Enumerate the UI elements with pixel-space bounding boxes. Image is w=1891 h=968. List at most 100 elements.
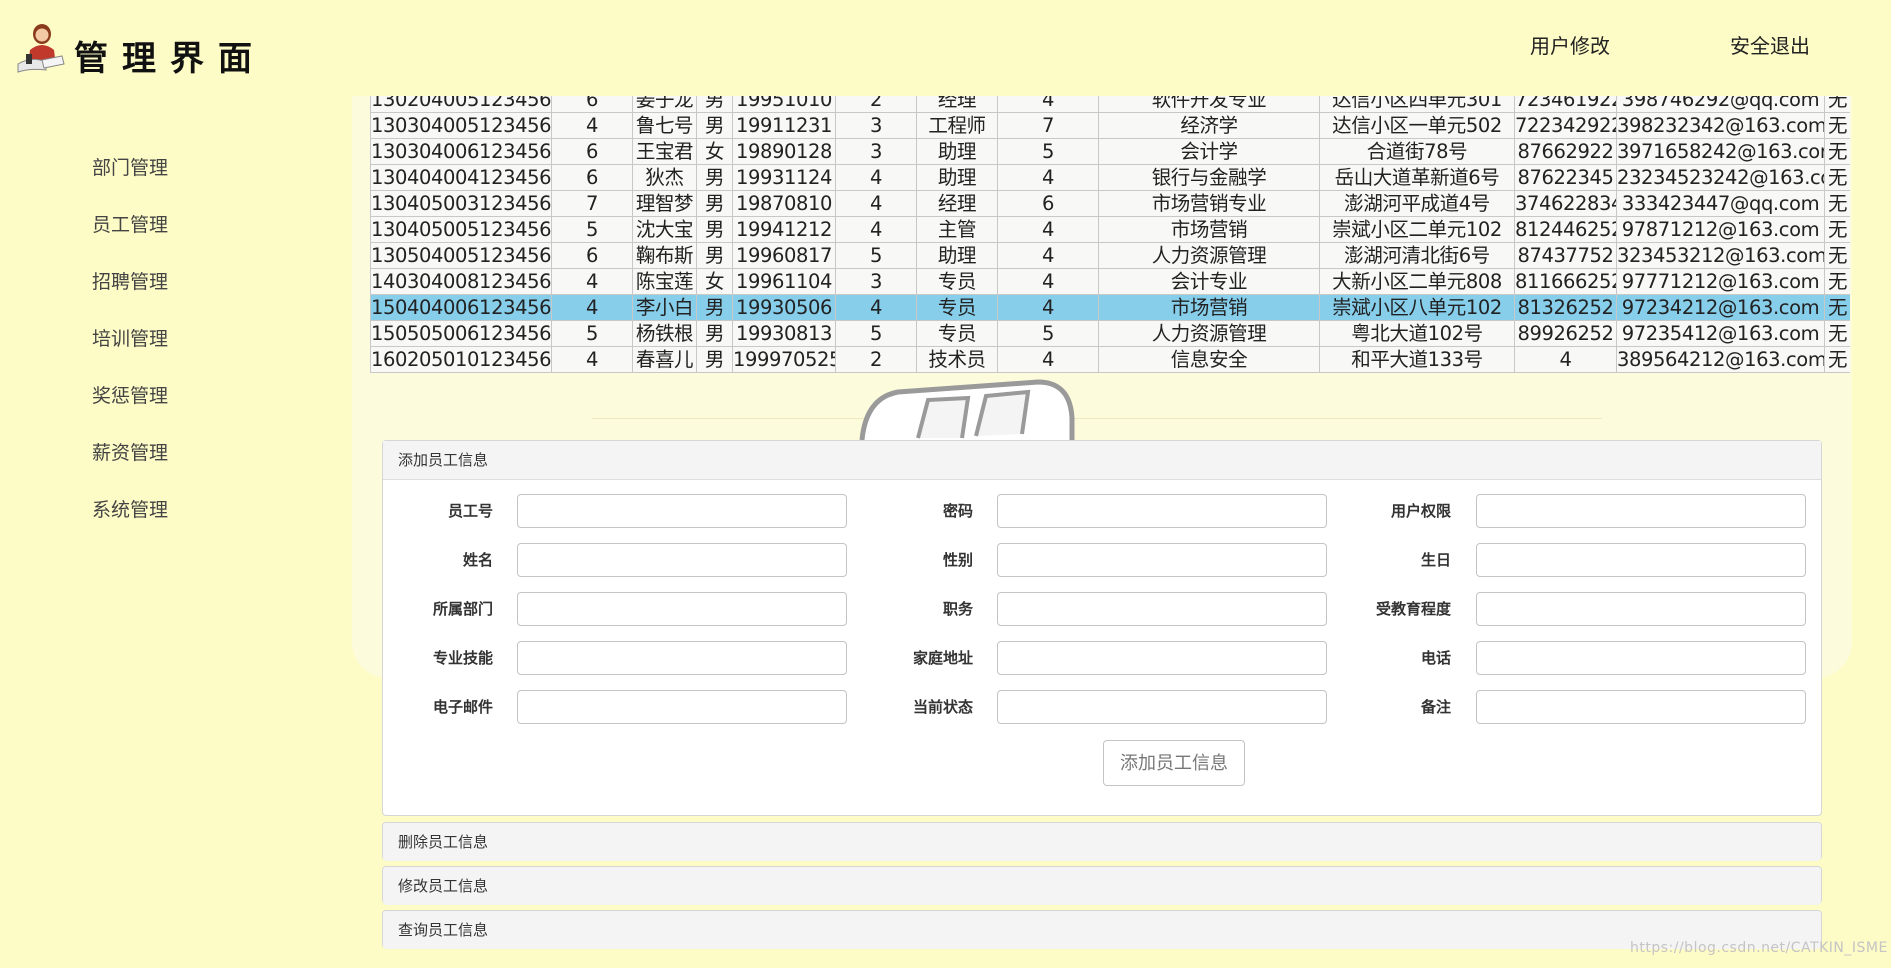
table-cell: 崇斌小区二单元102 [1319, 216, 1515, 243]
user-modify-link[interactable]: 用户修改 [1530, 30, 1610, 59]
table-row[interactable]: 1303040061234567 6 王宝君女 19890128 3 助理 5 会计学 合道街7… [370, 138, 1850, 165]
table-cell: 87437752 [1514, 242, 1617, 269]
table-cell: 市场营销专业 [1098, 190, 1320, 217]
table-cell: 2 [835, 96, 917, 113]
table-row[interactable]: 1403040081234567 4 陈宝莲女 19961104 3 专员 4 会计专业 大新小… [370, 268, 1850, 295]
birthday-label: 生日 [1420, 551, 1451, 569]
table-cell: 男 [696, 96, 733, 113]
table-cell: 男 [696, 190, 733, 217]
background-decoration-icon [858, 378, 1076, 440]
table-cell: 97235412@163.com [1616, 320, 1825, 347]
user-permission-input[interactable] [1476, 494, 1806, 528]
table-cell: 3 [835, 268, 917, 295]
table-cell: 811666252 [1514, 268, 1617, 295]
email-input[interactable] [517, 690, 847, 724]
gender-input[interactable] [997, 543, 1327, 577]
table-cell: 理智梦 [632, 190, 697, 217]
department-label: 所属部门 [432, 600, 493, 618]
table-cell: 19941212 [732, 216, 836, 243]
employee-id-input[interactable] [517, 494, 847, 528]
table-cell: 1303040051234567 [370, 112, 552, 139]
add-employee-button[interactable]: 添加员工信息 [1103, 740, 1245, 786]
table-cell: 工程师 [916, 112, 998, 139]
table-cell: 人力资源管理 [1098, 242, 1320, 269]
table-cell: 合道街78号 [1319, 138, 1515, 165]
password-label: 密码 [942, 502, 973, 520]
table-cell: 1303040061234567 [370, 138, 552, 165]
name-input[interactable] [517, 543, 847, 577]
sidebar-item-system[interactable]: 系统管理 [92, 492, 292, 549]
sidebar-item-training[interactable]: 培训管理 [92, 321, 292, 378]
table-row[interactable]: 1505050061234567 5 杨铁根男 19930813 5 专员 5 人力资源管理粤… [370, 320, 1850, 347]
department-input[interactable] [517, 592, 847, 626]
birthday-input[interactable] [1476, 543, 1806, 577]
table-row[interactable]: 1304040041234567 6 狄杰男 19931124 4 助理 4 银行与金融学 岳山… [370, 164, 1850, 191]
table-cell: 软件开发专业 [1098, 96, 1320, 113]
table-cell: 1304050031234567 [370, 190, 552, 217]
table-cell: 19930506 [732, 294, 836, 321]
table-cell: 4 [997, 294, 1099, 321]
table-cell: 助理 [916, 242, 998, 269]
table-cell: 4 [551, 346, 633, 373]
table-cell: 男 [696, 164, 733, 191]
table-cell: 4 [835, 216, 917, 243]
table-cell: 无 [1824, 294, 1850, 321]
table-cell: 姜子龙 [632, 96, 697, 113]
table-cell: 专员 [916, 320, 998, 347]
table-cell: 技术员 [916, 346, 998, 373]
current-status-label: 当前状态 [912, 698, 973, 716]
watermark-text: https://blog.csdn.net/CATKIN_ISME [1630, 940, 1888, 956]
table-cell: 6 [551, 164, 633, 191]
table-cell: 7 [551, 190, 633, 217]
table-cell: 23234523242@163.com [1616, 164, 1825, 191]
home-address-input[interactable] [997, 641, 1327, 675]
table-row[interactable]: 1304050031234567 7 理智梦男 19870810 4 经理 6 市场营销专业澎… [370, 190, 1850, 217]
table-row[interactable]: 1504040061234567 4 李小白男 19930506 4 专员 4 市场营销 崇斌小… [370, 294, 1850, 321]
employee-id-label: 员工号 [447, 502, 493, 520]
table-cell: 5 [551, 216, 633, 243]
modify-employee-panel-header[interactable]: 修改员工信息 [383, 867, 1821, 905]
sidebar-item-recruitment[interactable]: 招聘管理 [92, 264, 292, 321]
table-cell: 6 [551, 242, 633, 269]
table-row[interactable]: 1303040051234567 4 鲁七号男 19911231 3 工程师 7 经济学 达信小… [370, 112, 1850, 139]
app-logo: 管理界面 [12, 18, 266, 79]
add-employee-panel-header[interactable]: 添加员工信息 [383, 441, 1821, 480]
table-cell: 4 [551, 112, 633, 139]
skills-input[interactable] [517, 641, 847, 675]
table-cell: 专员 [916, 268, 998, 295]
sidebar-item-employee[interactable]: 员工管理 [92, 207, 292, 264]
table-cell: 6 [551, 96, 633, 113]
education-input[interactable] [1476, 592, 1806, 626]
table-cell: 人力资源管理 [1098, 320, 1320, 347]
table-cell: 男 [696, 242, 733, 269]
logo-figure-icon [12, 20, 70, 76]
query-employee-panel: 查询员工信息 [382, 910, 1822, 949]
employee-table-viewport[interactable]: 1302040051234567 6 姜子龙男 19951010 2 经理 4 软件开发专业达… [370, 96, 1850, 380]
sidebar-item-salary[interactable]: 薪资管理 [92, 435, 292, 492]
delete-employee-panel-header[interactable]: 删除员工信息 [383, 823, 1821, 861]
modify-employee-panel: 修改员工信息 [382, 866, 1822, 905]
table-cell: 5 [835, 320, 917, 347]
query-employee-panel-header[interactable]: 查询员工信息 [383, 911, 1821, 949]
education-label: 受教育程度 [1375, 600, 1451, 618]
logout-link[interactable]: 安全退出 [1730, 30, 1810, 59]
current-status-input[interactable] [997, 690, 1327, 724]
table-cell: 澎湖河平成道4号 [1319, 190, 1515, 217]
sidebar-item-rewards[interactable]: 奖惩管理 [92, 378, 292, 435]
password-input[interactable] [997, 494, 1327, 528]
remarks-input[interactable] [1476, 690, 1806, 724]
table-cell: 市场营销 [1098, 216, 1320, 243]
table-cell: 5 [551, 320, 633, 347]
table-cell: 19911231 [732, 112, 836, 139]
table-row[interactable]: 1305040051234567 6 鞠布斯男 19960817 5 助理 4 人力资源管理澎… [370, 242, 1850, 269]
sidebar-item-department[interactable]: 部门管理 [92, 150, 292, 207]
table-cell: 经理 [916, 190, 998, 217]
table-row[interactable]: 1304050051234567 5 沈大宝男 19941212 4 主管 4 市场营销 崇斌小… [370, 216, 1850, 243]
table-cell: 5 [997, 138, 1099, 165]
table-cell: 2 [835, 346, 917, 373]
position-input[interactable] [997, 592, 1327, 626]
table-row[interactable]: 1602050101234567 4 春喜儿男 199970525 2 技术员 4 信息安全和… [370, 346, 1850, 373]
table-cell: 助理 [916, 164, 998, 191]
table-row[interactable]: 1302040051234567 6 姜子龙男 19951010 2 经理 4 软件开发专业达… [370, 96, 1850, 113]
phone-input[interactable] [1476, 641, 1806, 675]
